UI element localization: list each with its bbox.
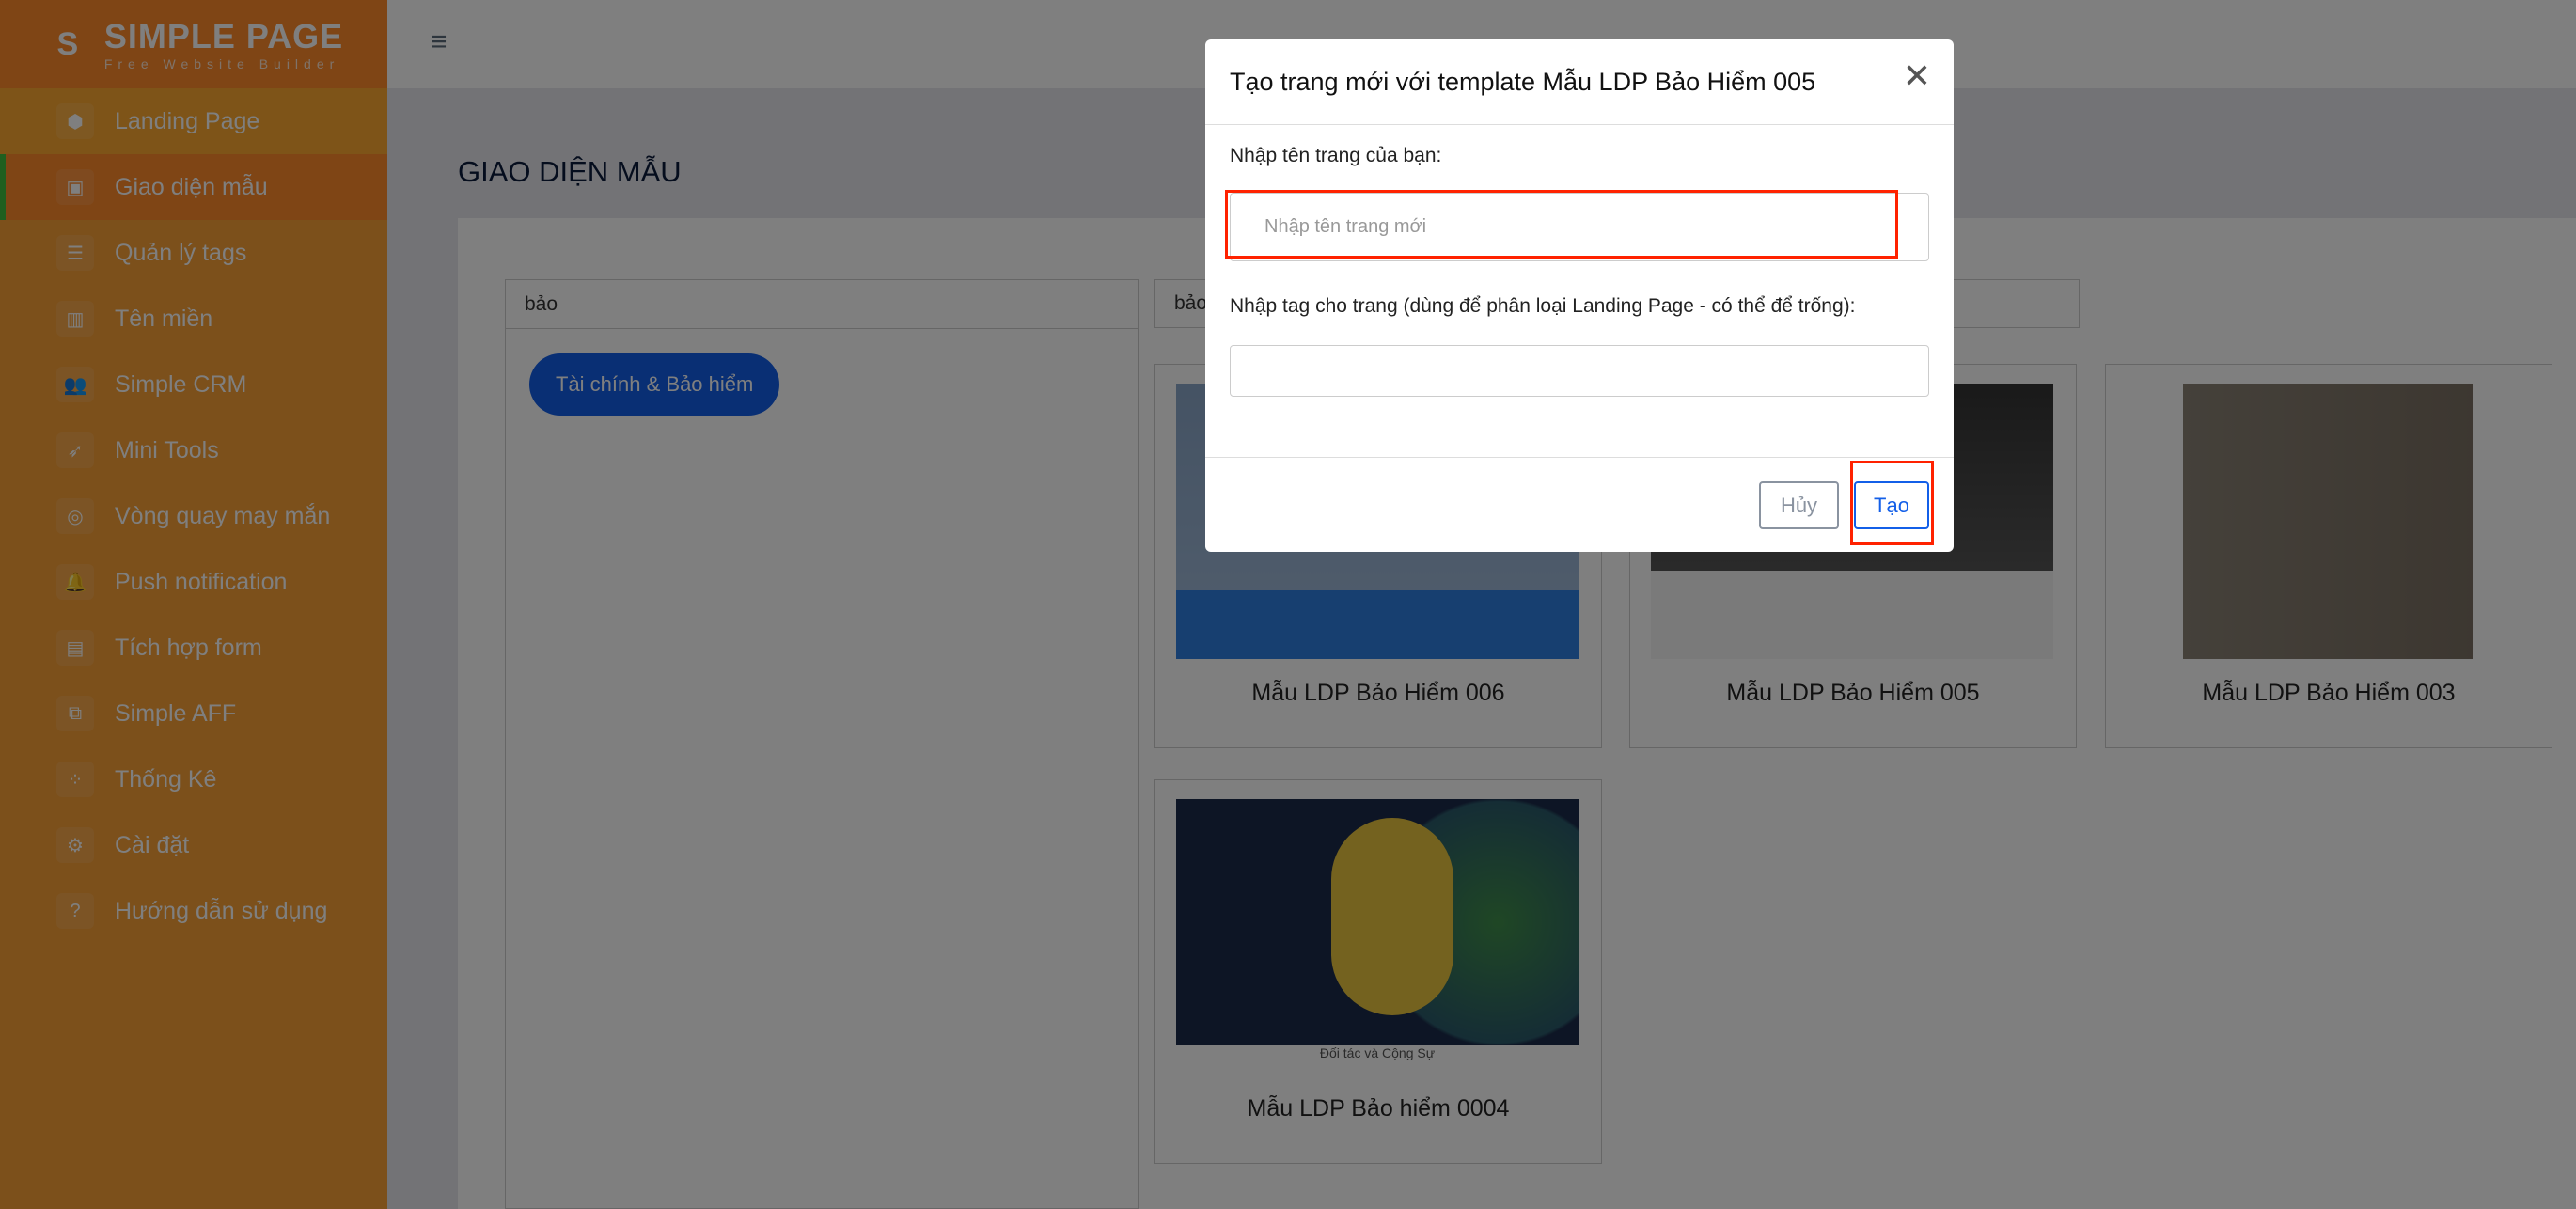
- modal-footer-divider: [1205, 457, 1954, 458]
- cancel-button[interactable]: Hủy: [1759, 481, 1839, 529]
- page-tag-label: Nhập tag cho trang (dùng để phân loại La…: [1230, 295, 1856, 317]
- highlight-box: [1850, 461, 1934, 545]
- modal-title: Tạo trang mới với template Mẫu LDP Bảo H…: [1230, 67, 1816, 96]
- create-page-modal: Tạo trang mới với template Mẫu LDP Bảo H…: [1205, 39, 1954, 552]
- page-name-label: Nhập tên trang của bạn:: [1230, 145, 1442, 166]
- close-icon[interactable]: ✕: [1903, 56, 1931, 96]
- highlight-box: [1225, 190, 1898, 259]
- page-tag-input[interactable]: [1230, 345, 1929, 397]
